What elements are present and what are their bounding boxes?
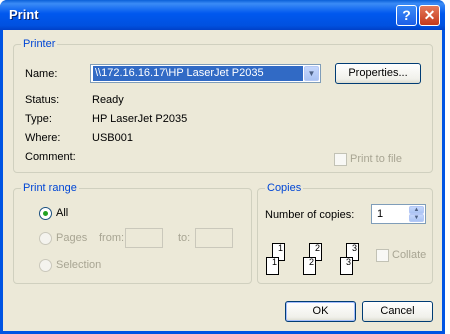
copies-value[interactable]: 1: [377, 208, 383, 220]
printer-legend: Printer: [21, 38, 58, 50]
print-dialog: Print ? ✕ Printer Name: \\172.16.16.17\H…: [0, 0, 445, 334]
type-label: Type:: [25, 113, 52, 125]
pages-radio-label[interactable]: Pages: [56, 232, 87, 244]
where-label: Where:: [25, 132, 61, 144]
spin-down-icon[interactable]: ▼: [409, 214, 424, 222]
copies-legend: Copies: [265, 182, 304, 194]
number-of-copies-label: Number of copies:: [265, 209, 355, 221]
title-bar[interactable]: Print ? ✕: [0, 0, 445, 30]
type-value: HP LaserJet P2035: [92, 113, 188, 125]
from-page-input[interactable]: [125, 228, 163, 248]
comment-label: Comment:: [25, 151, 76, 163]
all-radio[interactable]: [39, 207, 52, 220]
collate-checkbox[interactable]: [376, 249, 389, 262]
status-label: Status:: [25, 94, 60, 106]
collate-page-3-front: 3: [340, 257, 353, 275]
radio-selected-dot: [43, 211, 48, 216]
to-page-input[interactable]: [195, 228, 233, 248]
dialog-title: Print: [9, 7, 39, 22]
selection-radio-label[interactable]: Selection: [56, 259, 101, 271]
from-label: from:: [99, 232, 125, 244]
collate-label[interactable]: Collate: [392, 249, 426, 261]
cancel-button[interactable]: Cancel: [362, 301, 433, 322]
all-radio-label[interactable]: All: [56, 207, 68, 219]
where-value: USB001: [92, 132, 133, 144]
dialog-body: Printer Name: \\172.16.16.17\HP LaserJet…: [3, 30, 442, 331]
spin-up-icon[interactable]: ▲: [409, 206, 424, 214]
printer-name-select[interactable]: \\172.16.16.17\HP LaserJet P2035 ▼: [90, 64, 321, 83]
collate-illustration: 1 1 2 2 3 3: [263, 243, 368, 281]
properties-button[interactable]: Properties...: [335, 63, 421, 84]
print-to-file-label[interactable]: Print to file: [350, 153, 402, 165]
collate-page-2-front: 2: [303, 257, 316, 275]
ok-button[interactable]: OK: [285, 301, 356, 322]
close-button[interactable]: ✕: [419, 5, 440, 26]
chevron-down-icon[interactable]: ▼: [304, 66, 319, 81]
collate-page-1-front: 1: [266, 257, 279, 275]
print-to-file-checkbox[interactable]: [334, 153, 347, 166]
number-of-copies-stepper[interactable]: 1 ▲ ▼: [371, 204, 426, 224]
selection-radio[interactable]: [39, 259, 52, 272]
help-button[interactable]: ?: [396, 5, 417, 26]
status-value: Ready: [92, 94, 124, 106]
printer-name-value: \\172.16.16.17\HP LaserJet P2035: [93, 66, 303, 81]
name-label: Name:: [25, 68, 58, 80]
pages-radio[interactable]: [39, 232, 52, 245]
to-label: to:: [178, 232, 191, 244]
print-range-legend: Print range: [21, 182, 79, 194]
